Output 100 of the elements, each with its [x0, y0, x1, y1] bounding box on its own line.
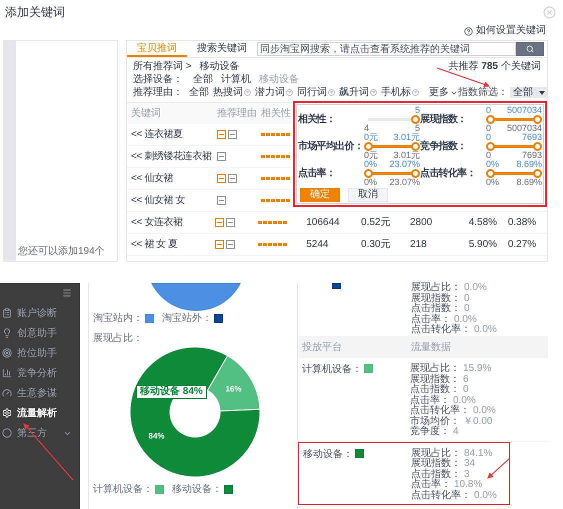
slider-track[interactable]: [486, 115, 542, 124]
stat-label: 点击率：: [410, 396, 450, 406]
stat-value: 10.8%: [454, 480, 482, 490]
keyword-cell[interactable]: << 连衣裙夏: [131, 127, 217, 142]
slider-high-value: 5007034: [506, 106, 542, 115]
sidebar-item[interactable]: 账户诊断: [0, 303, 80, 323]
search-icon: [526, 45, 534, 53]
filter-label: 指数筛选：: [458, 86, 508, 99]
search-button[interactable]: [516, 42, 544, 56]
filter-label: 推荐理由：: [133, 86, 184, 99]
stat-value: 0.0%: [474, 325, 497, 336]
sidebar-item[interactable]: 流量解析: [0, 403, 80, 423]
slider-thumb[interactable]: [533, 115, 542, 124]
gear-icon: [2, 408, 12, 418]
sidebar-item[interactable]: 生意参谋: [0, 383, 80, 403]
target-icon: [2, 348, 12, 358]
device-option[interactable]: 计算机: [221, 73, 251, 86]
clipboard-icon: [2, 308, 12, 318]
close-icon[interactable]: [543, 6, 556, 18]
reason-option[interactable]: 同行词: [297, 86, 327, 99]
slider-max-value: 23.07%: [389, 178, 420, 187]
stat-value: 0: [463, 385, 469, 396]
slider-thumb[interactable]: [364, 169, 373, 178]
platform-name: 移动设备：: [303, 448, 353, 460]
column-header: 相关性: [261, 106, 291, 121]
relevance-bar: [261, 155, 290, 158]
gauge-icon: [2, 388, 12, 398]
slider-label: 相关性：: [298, 112, 336, 127]
annotation-arrow: [487, 458, 510, 479]
legend-label: 淘宝站内：: [93, 312, 143, 326]
slider-track[interactable]: [364, 169, 420, 178]
tab[interactable]: 搜索关键词: [187, 41, 257, 57]
slider-track[interactable]: [364, 142, 420, 151]
slider-min-value: 4: [364, 124, 370, 133]
keyword-cell[interactable]: << 仙女裙 女: [131, 193, 217, 208]
total-unit: 个关键词: [501, 60, 541, 73]
dialog-title: 添加关键词: [5, 4, 65, 21]
table-cell-text: 5244: [306, 238, 330, 252]
more-button[interactable]: 更多: [429, 86, 458, 99]
slider-high-value: 7693: [522, 133, 542, 142]
slider-max-value: 7693: [522, 151, 542, 160]
index-dropdown[interactable]: 全部: [510, 87, 548, 98]
slider-high-value: 5: [414, 106, 420, 115]
filter-label: 选择设备：: [133, 73, 184, 86]
slider-thumb[interactable]: [486, 115, 495, 124]
table-header-row: 投放平台 流量数据: [298, 336, 548, 358]
reason-option[interactable]: 全部: [189, 86, 209, 99]
slider-label: 市场平均出价：: [298, 139, 364, 154]
reason-option[interactable]: 潜力词: [255, 86, 285, 99]
keyword-cell[interactable]: << 刺绣镂花连衣裙: [131, 149, 217, 164]
relevance-bar: [261, 133, 290, 136]
cancel-button[interactable]: 取消: [348, 188, 388, 202]
device-option[interactable]: 全部: [193, 73, 213, 86]
slider-thumb[interactable]: [486, 142, 495, 151]
bulb-icon: [2, 328, 12, 338]
slider-thumb[interactable]: [364, 142, 373, 151]
table-cell-text: 0.38%: [508, 216, 538, 230]
stat-label: 点击转化率：: [411, 490, 471, 501]
keyword-cell[interactable]: << 仙女裙: [131, 171, 217, 186]
sidebar-item[interactable]: 创意助手: [0, 323, 80, 343]
sidebar-item[interactable]: 抢位助手: [0, 343, 80, 363]
sidebar-item[interactable]: 竞争分析: [0, 363, 80, 383]
slider-track[interactable]: [486, 169, 542, 178]
slider-thumb[interactable]: [411, 169, 420, 178]
table-cell-text: 5.90%: [468, 238, 498, 252]
stat-label: 展现占比：: [411, 283, 461, 293]
table-cell-text: 218: [410, 238, 428, 252]
slider-thumb[interactable]: [411, 142, 420, 151]
slider-thumb[interactable]: [533, 169, 542, 178]
stat-value: 0.0%: [453, 396, 476, 406]
slider-thumb[interactable]: [486, 169, 495, 178]
slider-high-value: 3.01元: [393, 133, 420, 142]
reason-option[interactable]: 手机标: [381, 86, 411, 99]
slider-min-value: 0%: [486, 178, 500, 187]
slider-label: 点击转化率：: [420, 166, 477, 181]
slider-low-value: 0%: [486, 160, 500, 169]
slider-thumb[interactable]: [411, 115, 420, 124]
menu-icon[interactable]: [62, 288, 72, 298]
slider-max-value: 5007034: [506, 124, 542, 133]
slider-label: 展现指数：: [420, 112, 468, 127]
keyword-cell[interactable]: << 裙 女 夏: [131, 237, 216, 252]
stat-value: ￥0.00: [463, 416, 492, 427]
slider-label: 点击率：: [298, 166, 336, 181]
chart-tooltip: 移动设备 84%: [136, 385, 207, 399]
help-link[interactable]: 如何设置关键词: [476, 25, 546, 37]
reason-option[interactable]: 飙升词: [339, 86, 369, 99]
legend-label: 移动设备：: [172, 482, 222, 496]
table-cell-text: 0.30元: [361, 238, 392, 252]
breadcrumb-root[interactable]: 所有推荐词 >: [133, 60, 192, 73]
slider-thumb[interactable]: [533, 142, 542, 151]
slider-low-value: 0: [486, 133, 492, 142]
legend-label: 计算机设备：: [93, 482, 153, 496]
reason-option[interactable]: 热搜词: [213, 86, 243, 99]
slider-low-value: 0%: [364, 160, 378, 169]
slider-track[interactable]: [486, 142, 542, 151]
caret-icon: [539, 90, 545, 94]
column-header: 推荐理由: [217, 106, 258, 121]
keyword-cell[interactable]: << 女连衣裙: [131, 215, 216, 230]
search-field[interactable]: 同步淘宝网搜索，请点击查看系统推荐的关键词: [257, 42, 516, 56]
stat-value: 84.1%: [464, 448, 492, 459]
